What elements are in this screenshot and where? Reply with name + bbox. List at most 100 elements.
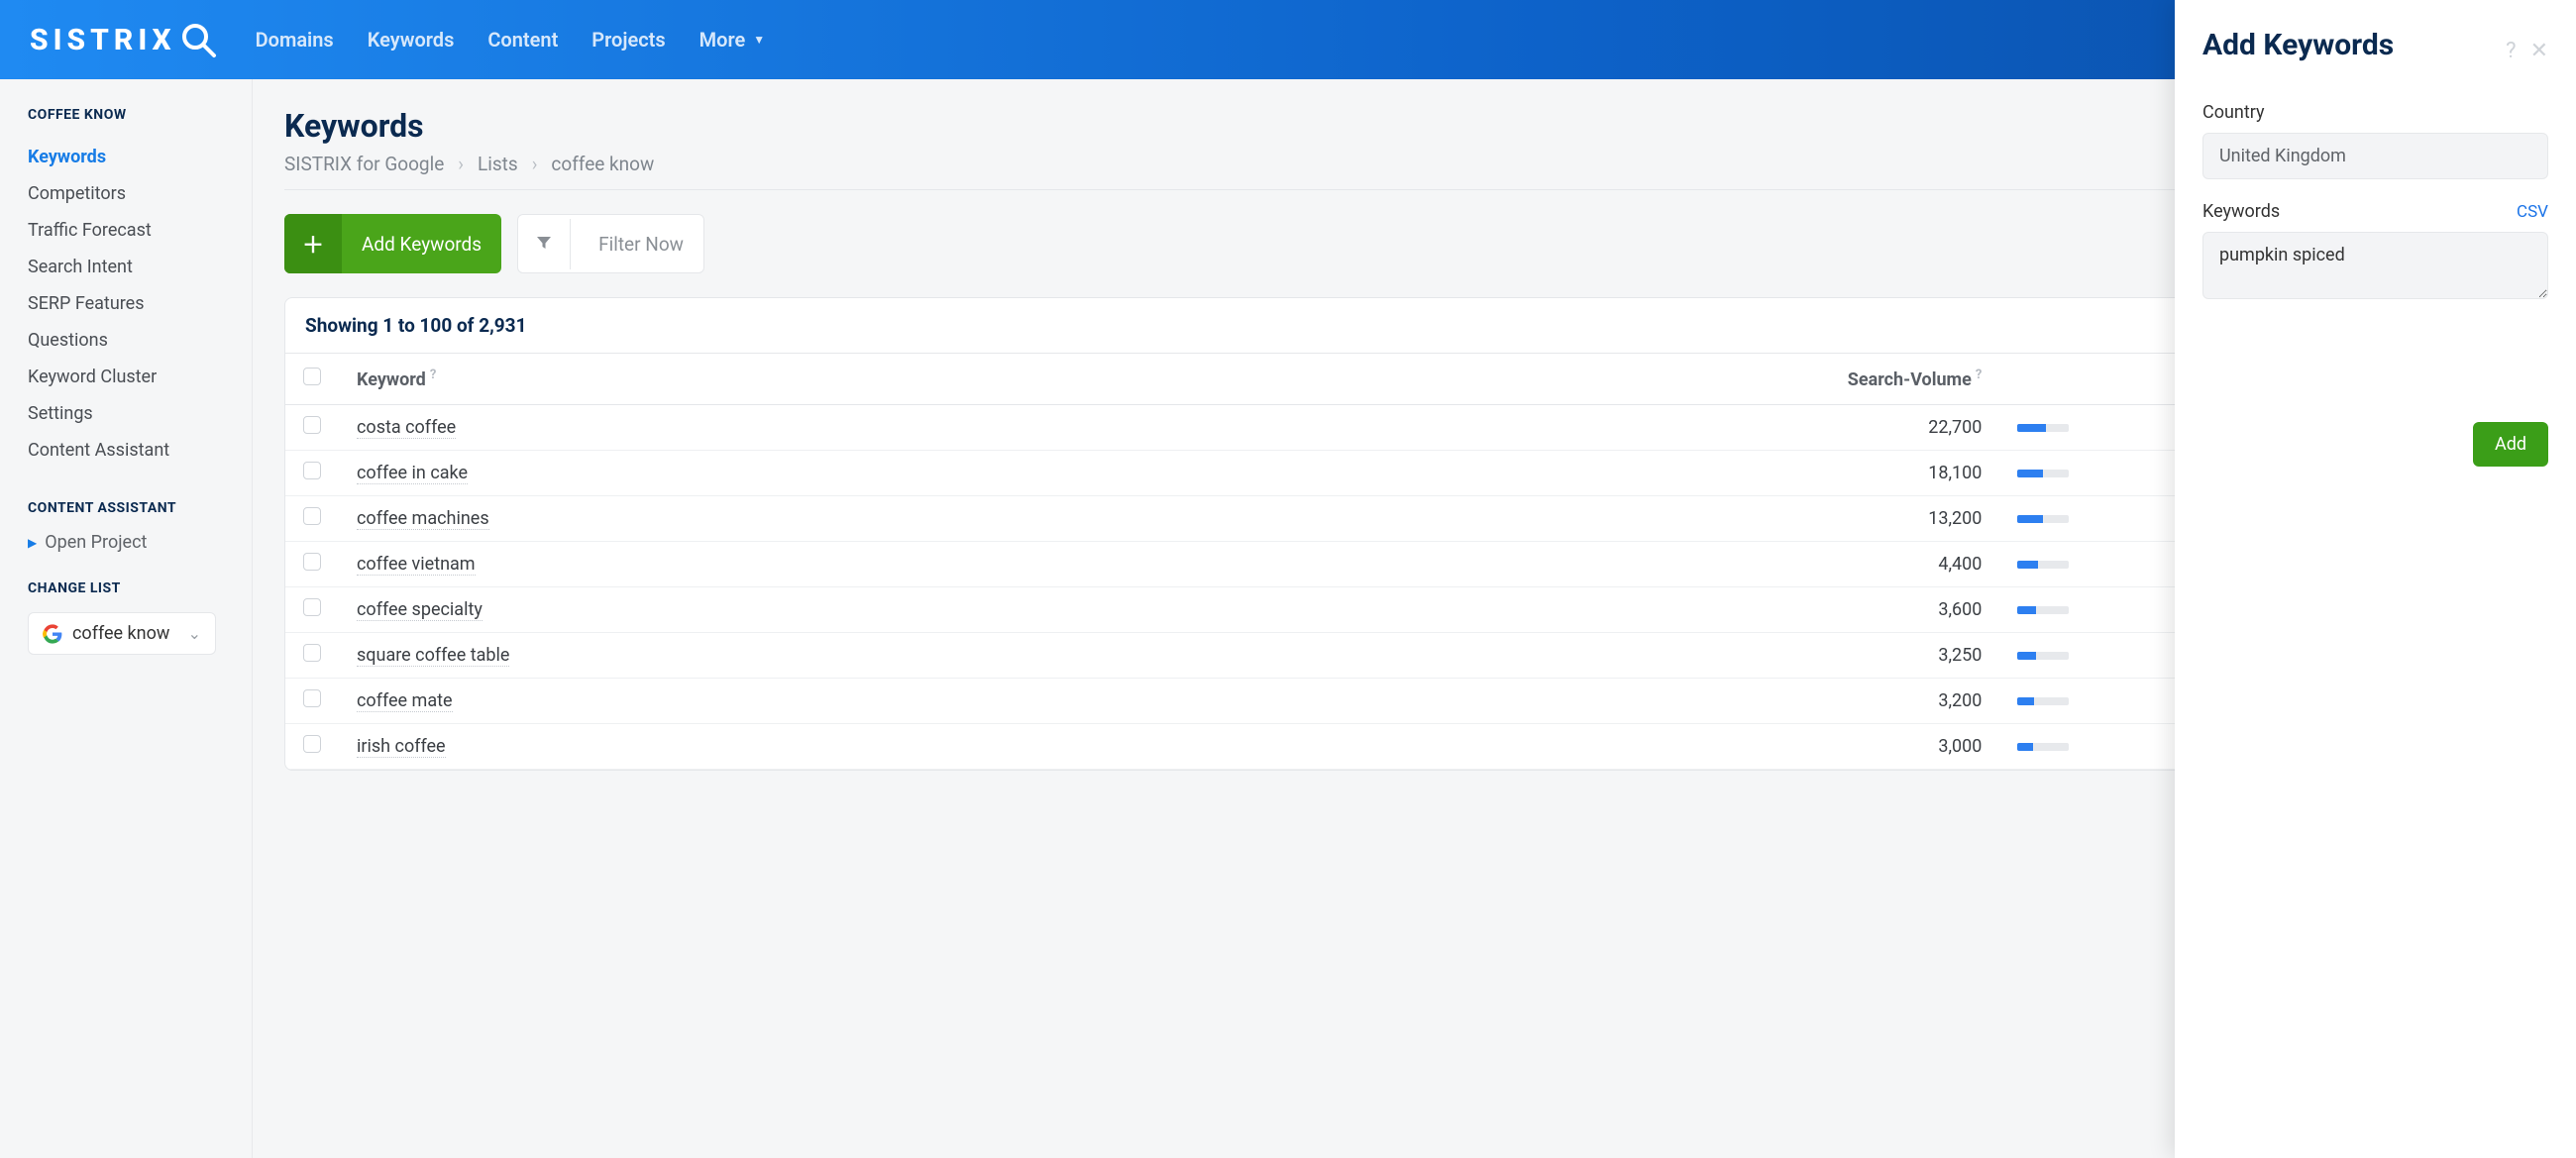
sidebar-item-keyword-cluster[interactable]: Keyword Cluster <box>28 359 224 395</box>
chevron-right-icon: › <box>458 153 464 175</box>
cell-keyword[interactable]: irish coffee <box>339 724 1213 770</box>
sidebar-item-content-assistant[interactable]: Content Assistant <box>28 432 224 469</box>
nav-content-label: Content <box>487 28 558 52</box>
cell-keyword[interactable]: square coffee table <box>339 633 1213 679</box>
keywords-label-row: Keywords CSV <box>2202 201 2548 222</box>
filter-button[interactable]: Filter Now <box>517 214 704 273</box>
checkbox-icon <box>303 598 321 616</box>
sidebar: COFFEE KNOW Keywords Competitors Traffic… <box>0 79 253 1158</box>
add-keywords-drawer: Add Keywords ? ✕ Country Keywords CSV Ad… <box>2175 0 2576 1158</box>
checkbox-icon <box>303 553 321 571</box>
sidebar-item-label: Settings <box>28 403 93 424</box>
sidebar-item-label: Keyword Cluster <box>28 367 157 387</box>
sidebar-item-questions[interactable]: Questions <box>28 322 224 359</box>
selected-list-label: coffee know <box>72 623 169 644</box>
country-select[interactable] <box>2202 133 2548 179</box>
filter-icon <box>518 219 571 269</box>
cell-volume: 13,200 <box>1213 496 1999 542</box>
sidebar-item-traffic-forecast[interactable]: Traffic Forecast <box>28 212 224 249</box>
cell-volume: 22,700 <box>1213 405 1999 451</box>
sidebar-project-title: COFFEE KNOW <box>28 107 224 123</box>
cell-keyword[interactable]: costa coffee <box>339 405 1213 451</box>
column-label: Keyword <box>357 369 426 390</box>
nav-more[interactable]: More ▼ <box>699 28 765 52</box>
checkbox-icon <box>303 644 321 662</box>
sidebar-item-label: Content Assistant <box>28 440 169 461</box>
sidebar-item-label: Keywords <box>28 147 106 167</box>
help-icon[interactable]: ? <box>2506 39 2516 63</box>
content-assistant-title: CONTENT ASSISTANT <box>28 500 224 516</box>
chevron-down-icon: ▼ <box>753 33 765 47</box>
cell-volume-bar <box>1999 496 2087 542</box>
list-selector[interactable]: coffee know ⌄ <box>28 612 216 655</box>
checkbox-icon <box>303 462 321 479</box>
change-list-title: CHANGE LIST <box>28 580 224 596</box>
add-button[interactable]: Add <box>2473 422 2548 467</box>
cell-volume: 3,600 <box>1213 587 1999 633</box>
keywords-textarea[interactable] <box>2202 232 2548 299</box>
column-volume-bar <box>1999 354 2087 405</box>
cell-keyword[interactable]: coffee specialty <box>339 587 1213 633</box>
cell-volume: 3,250 <box>1213 633 1999 679</box>
row-checkbox[interactable] <box>285 496 339 542</box>
nav-domains-label: Domains <box>256 28 334 52</box>
cell-volume: 18,100 <box>1213 451 1999 496</box>
cell-volume-bar <box>1999 405 2087 451</box>
chevron-down-icon: ⌄ <box>188 624 201 643</box>
select-all-header[interactable] <box>285 354 339 405</box>
nav-keywords[interactable]: Keywords <box>368 28 455 52</box>
cell-keyword[interactable]: coffee machines <box>339 496 1213 542</box>
checkbox-icon <box>303 368 321 385</box>
cell-keyword[interactable]: coffee mate <box>339 679 1213 724</box>
row-checkbox[interactable] <box>285 633 339 679</box>
open-project-label: Open Project <box>45 532 147 553</box>
nav-domains[interactable]: Domains <box>256 28 334 52</box>
sidebar-item-label: Competitors <box>28 183 126 204</box>
sidebar-item-keywords[interactable]: Keywords <box>28 139 224 175</box>
help-icon: ? <box>1976 368 1982 382</box>
cell-volume: 3,200 <box>1213 679 1999 724</box>
sidebar-item-settings[interactable]: Settings <box>28 395 224 432</box>
row-checkbox[interactable] <box>285 724 339 770</box>
cell-volume-bar <box>1999 679 2087 724</box>
breadcrumb-item[interactable]: Lists <box>478 153 518 175</box>
add-keywords-label: Add Keywords <box>356 219 501 269</box>
nav-keywords-label: Keywords <box>368 28 455 52</box>
checkbox-icon <box>303 735 321 753</box>
csv-link[interactable]: CSV <box>2517 202 2548 222</box>
checkbox-icon <box>303 689 321 707</box>
nav-projects-label: Projects <box>591 28 665 52</box>
add-keywords-button[interactable]: ＋ Add Keywords <box>284 214 501 273</box>
cell-volume-bar <box>1999 633 2087 679</box>
cell-keyword[interactable]: coffee vietnam <box>339 542 1213 587</box>
cell-volume-bar <box>1999 542 2087 587</box>
breadcrumb-item[interactable]: SISTRIX for Google <box>284 153 444 175</box>
column-volume[interactable]: Search-Volume? <box>1213 354 1999 405</box>
sidebar-item-label: SERP Features <box>28 293 145 314</box>
filter-label: Filter Now <box>585 219 703 269</box>
column-keyword[interactable]: Keyword? <box>339 354 1213 405</box>
sidebar-item-serp-features[interactable]: SERP Features <box>28 285 224 322</box>
open-project-link[interactable]: ▶ Open Project <box>28 532 224 553</box>
row-checkbox[interactable] <box>285 405 339 451</box>
row-checkbox[interactable] <box>285 451 339 496</box>
cell-keyword[interactable]: coffee in cake <box>339 451 1213 496</box>
column-label: Search-Volume <box>1848 369 1972 390</box>
nav-content[interactable]: Content <box>487 28 558 52</box>
search-icon <box>178 20 218 59</box>
sidebar-item-competitors[interactable]: Competitors <box>28 175 224 212</box>
sidebar-item-search-intent[interactable]: Search Intent <box>28 249 224 285</box>
help-icon: ? <box>430 368 436 382</box>
brand-text: SISTRIX <box>30 23 176 57</box>
cell-volume-bar <box>1999 451 2087 496</box>
nav-projects[interactable]: Projects <box>591 28 665 52</box>
cell-volume-bar <box>1999 587 2087 633</box>
drawer-title: Add Keywords <box>2202 28 2394 62</box>
checkbox-icon <box>303 416 321 434</box>
close-icon[interactable]: ✕ <box>2530 39 2548 63</box>
keywords-label: Keywords <box>2202 201 2280 222</box>
breadcrumb-item[interactable]: coffee know <box>551 153 654 175</box>
row-checkbox[interactable] <box>285 542 339 587</box>
row-checkbox[interactable] <box>285 587 339 633</box>
row-checkbox[interactable] <box>285 679 339 724</box>
